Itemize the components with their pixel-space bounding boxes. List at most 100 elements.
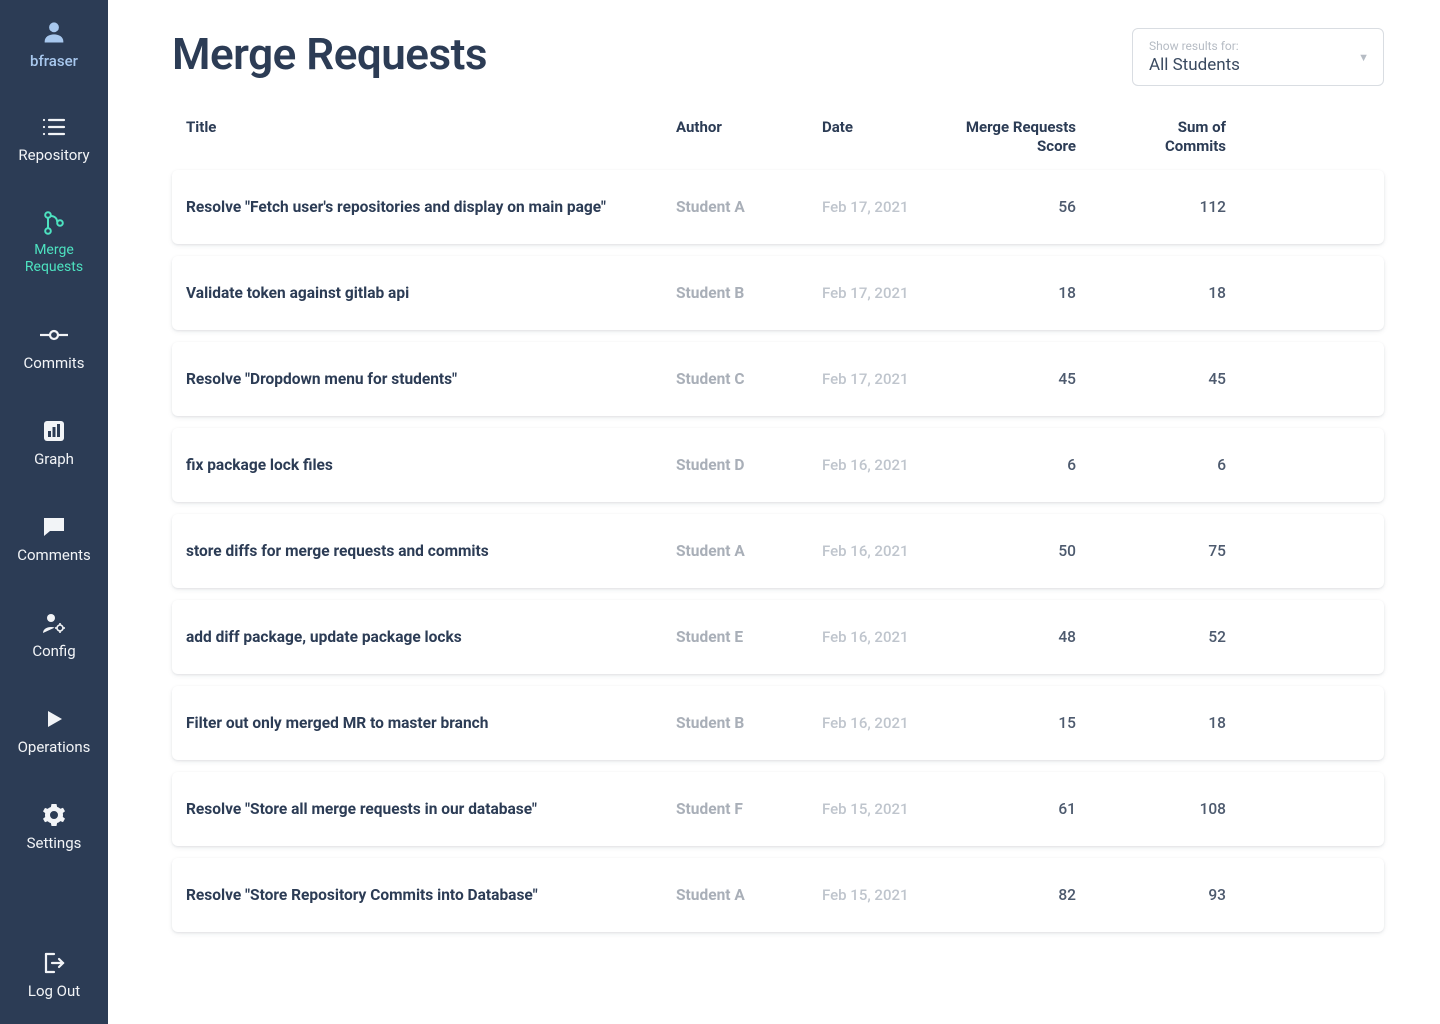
filter-label: Show results for: xyxy=(1149,39,1240,53)
cell-score: 56 xyxy=(926,198,1076,216)
sidebar-item-commits[interactable]: Commits xyxy=(17,314,91,380)
table-header: Title Author Date Merge RequestsScore Su… xyxy=(172,106,1384,170)
sidebar-item-repository[interactable]: Repository xyxy=(17,106,91,172)
cell-score: 82 xyxy=(926,886,1076,904)
username: bfraser xyxy=(30,52,78,70)
sidebar-item-label: Graph xyxy=(34,450,74,468)
th-sum[interactable]: Sum ofCommits xyxy=(1076,118,1226,156)
sidebar-item-config[interactable]: Config xyxy=(17,602,91,668)
cell-score: 50 xyxy=(926,542,1076,560)
table-row[interactable]: Resolve "Store Repository Commits into D… xyxy=(172,858,1384,932)
logout-icon xyxy=(42,950,66,976)
cell-date: Feb 15, 2021 xyxy=(822,886,926,904)
table-body: Resolve "Fetch user's repositories and d… xyxy=(172,170,1384,932)
cell-sum: 18 xyxy=(1076,714,1226,732)
table-row[interactable]: Resolve "Fetch user's repositories and d… xyxy=(172,170,1384,244)
cell-date: Feb 16, 2021 xyxy=(822,628,926,646)
cell-author: Student A xyxy=(676,542,822,560)
cell-score: 15 xyxy=(926,714,1076,732)
cell-score: 48 xyxy=(926,628,1076,646)
cell-title: add diff package, update package locks xyxy=(186,628,676,646)
cell-author: Student D xyxy=(676,456,822,474)
sidebar-item-label: Operations xyxy=(18,738,91,756)
table-row[interactable]: Filter out only merged MR to master bran… xyxy=(172,686,1384,760)
cell-sum: 75 xyxy=(1076,542,1226,560)
nav: Repository MergeRequests Commits xyxy=(17,106,91,934)
main-content: Merge Requests Show results for: All Stu… xyxy=(108,0,1440,1024)
cell-score: 61 xyxy=(926,800,1076,818)
cell-title: Resolve "Dropdown menu for students" xyxy=(186,370,676,388)
cell-sum: 52 xyxy=(1076,628,1226,646)
page-title: Merge Requests xyxy=(172,28,487,80)
cell-date: Feb 17, 2021 xyxy=(822,284,926,302)
sidebar-item-label: Comments xyxy=(17,546,91,564)
cell-title: Validate token against gitlab api xyxy=(186,284,676,302)
user-block[interactable]: bfraser xyxy=(30,18,78,70)
sidebar-item-graph[interactable]: Graph xyxy=(17,410,91,476)
cell-author: Student E xyxy=(676,628,822,646)
logout-label: Log Out xyxy=(28,982,80,1000)
cell-date: Feb 16, 2021 xyxy=(822,542,926,560)
table-row[interactable]: store diffs for merge requests and commi… xyxy=(172,514,1384,588)
cell-score: 6 xyxy=(926,456,1076,474)
chat-icon xyxy=(42,514,66,540)
cell-author: Student F xyxy=(676,800,822,818)
cell-title: fix package lock files xyxy=(186,456,676,474)
sidebar-item-comments[interactable]: Comments xyxy=(17,506,91,572)
cell-sum: 6 xyxy=(1076,456,1226,474)
cell-sum: 18 xyxy=(1076,284,1226,302)
th-title[interactable]: Title xyxy=(186,118,676,136)
cell-author: Student A xyxy=(676,198,822,216)
cell-date: Feb 16, 2021 xyxy=(822,456,926,474)
cell-title: Filter out only merged MR to master bran… xyxy=(186,714,676,732)
cell-author: Student C xyxy=(676,370,822,388)
bar-chart-icon xyxy=(43,418,65,444)
cell-author: Student B xyxy=(676,714,822,732)
table-row[interactable]: Resolve "Store all merge requests in our… xyxy=(172,772,1384,846)
git-commit-icon xyxy=(39,322,69,348)
sidebar-item-operations[interactable]: Operations xyxy=(17,698,91,764)
cell-title: Resolve "Store all merge requests in our… xyxy=(186,800,676,818)
cell-sum: 45 xyxy=(1076,370,1226,388)
cell-date: Feb 17, 2021 xyxy=(822,198,926,216)
filter-value: All Students xyxy=(1149,55,1240,75)
table-row[interactable]: Validate token against gitlab apiStudent… xyxy=(172,256,1384,330)
play-icon xyxy=(44,706,64,732)
sidebar-item-merge-requests[interactable]: MergeRequests xyxy=(17,202,91,284)
cell-sum: 112 xyxy=(1076,198,1226,216)
th-score[interactable]: Merge RequestsScore xyxy=(926,118,1076,156)
sidebar-item-label: Config xyxy=(32,642,75,660)
user-gear-icon xyxy=(41,610,67,636)
cell-author: Student A xyxy=(676,886,822,904)
cell-author: Student B xyxy=(676,284,822,302)
table-row[interactable]: fix package lock filesStudent DFeb 16, 2… xyxy=(172,428,1384,502)
cell-score: 45 xyxy=(926,370,1076,388)
cell-date: Feb 15, 2021 xyxy=(822,800,926,818)
chevron-down-icon: ▼ xyxy=(1358,51,1369,64)
cell-sum: 108 xyxy=(1076,800,1226,818)
sidebar-item-label: MergeRequests xyxy=(25,242,83,276)
cell-title: store diffs for merge requests and commi… xyxy=(186,542,676,560)
th-author[interactable]: Author xyxy=(676,118,822,136)
merge-requests-table: Title Author Date Merge RequestsScore Su… xyxy=(172,106,1384,932)
sidebar-item-label: Commits xyxy=(24,354,85,372)
git-merge-icon xyxy=(42,210,66,236)
sidebar: bfraser Repository MergeRequests xyxy=(0,0,108,1024)
logout-button[interactable]: Log Out xyxy=(0,934,108,1024)
cell-title: Resolve "Fetch user's repositories and d… xyxy=(186,198,676,216)
table-row[interactable]: Resolve "Dropdown menu for students"Stud… xyxy=(172,342,1384,416)
sidebar-item-settings[interactable]: Settings xyxy=(17,794,91,860)
cell-date: Feb 16, 2021 xyxy=(822,714,926,732)
cell-title: Resolve "Store Repository Commits into D… xyxy=(186,886,676,904)
sidebar-item-label: Settings xyxy=(27,834,82,852)
th-date[interactable]: Date xyxy=(822,118,926,136)
table-row[interactable]: add diff package, update package locksSt… xyxy=(172,600,1384,674)
user-avatar-icon xyxy=(40,18,68,46)
gear-icon xyxy=(42,802,66,828)
cell-date: Feb 17, 2021 xyxy=(822,370,926,388)
list-icon xyxy=(41,114,67,140)
sidebar-item-label: Repository xyxy=(18,146,89,164)
cell-score: 18 xyxy=(926,284,1076,302)
cell-sum: 93 xyxy=(1076,886,1226,904)
filter-dropdown[interactable]: Show results for: All Students ▼ xyxy=(1132,28,1384,86)
